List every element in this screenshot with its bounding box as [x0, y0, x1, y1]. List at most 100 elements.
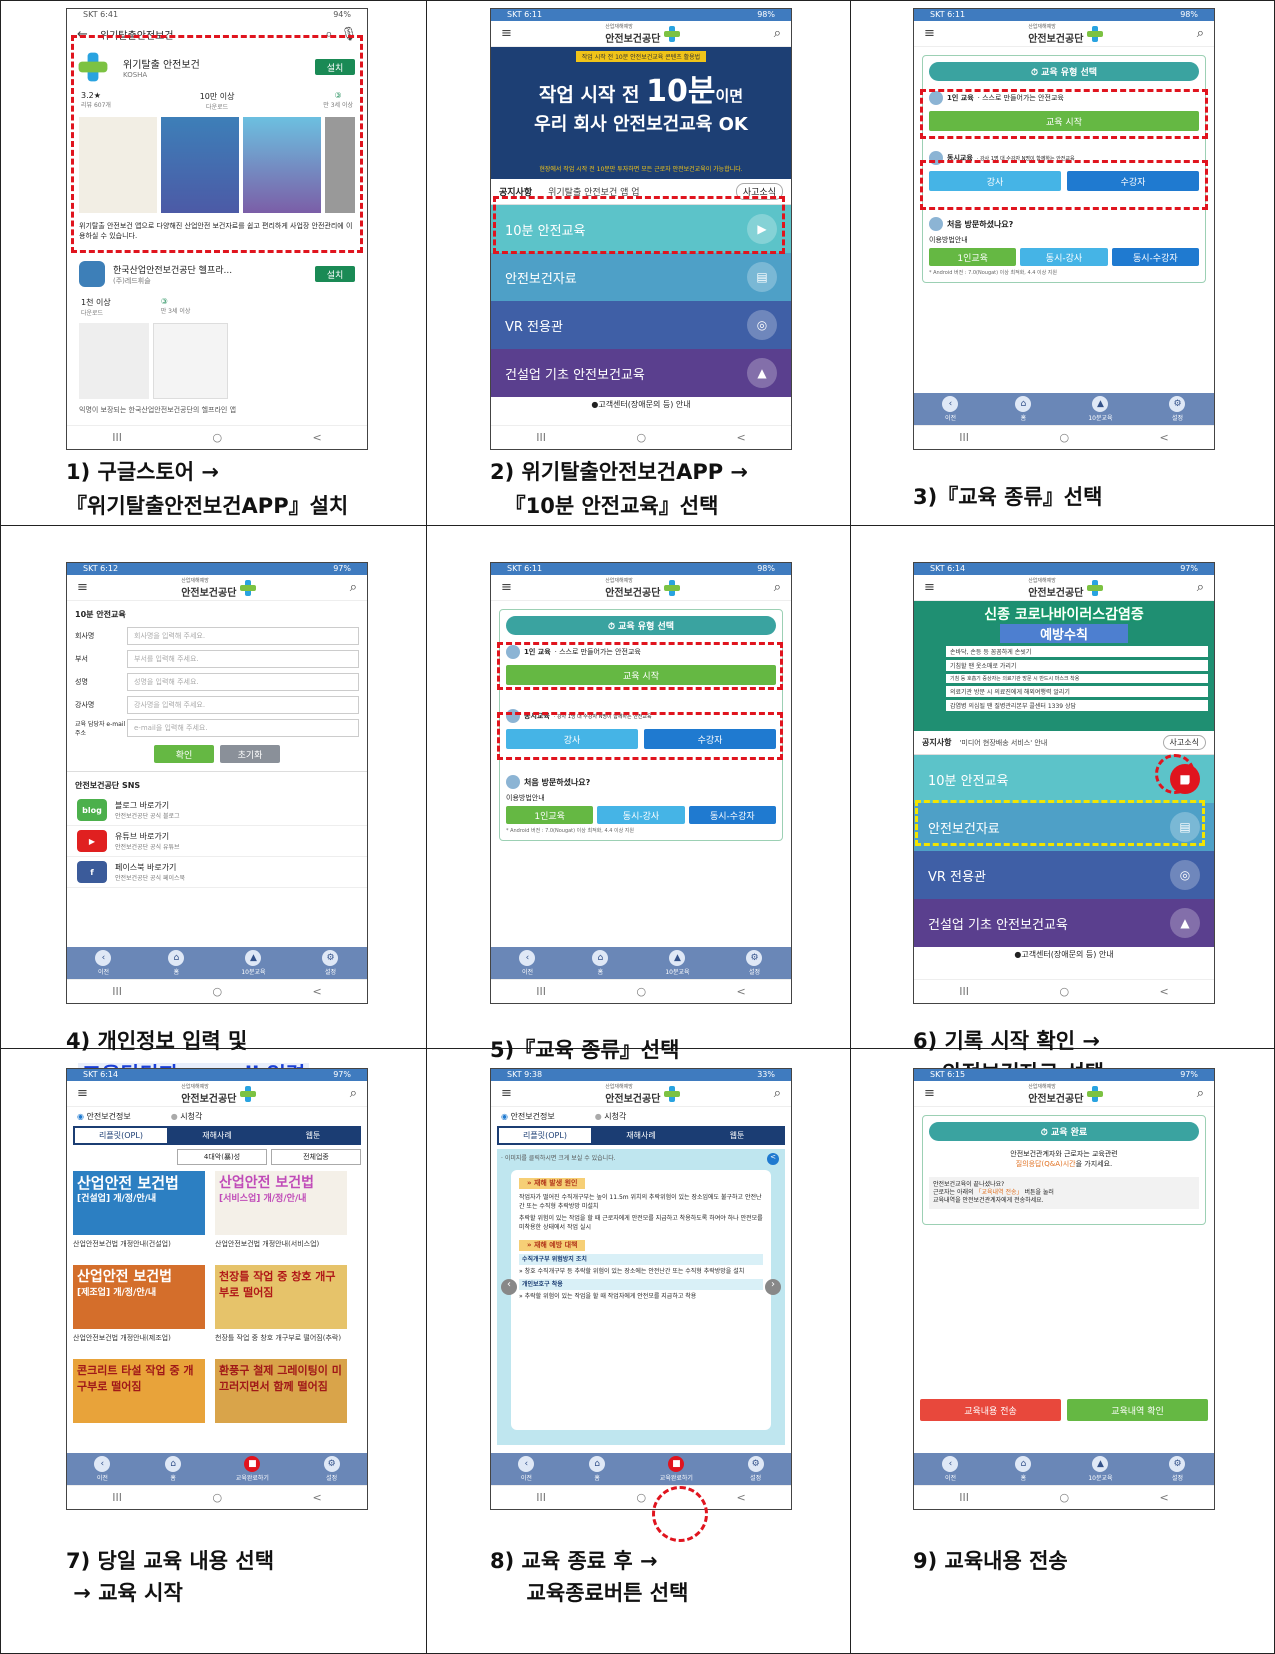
hamburger-menu-icon[interactable]: ≡ — [501, 580, 512, 595]
nav-end[interactable]: ■ 교육완료하기 — [236, 1456, 269, 1482]
nav-ten[interactable]: ▲ 10분교육 — [1088, 1456, 1113, 1482]
home-icon[interactable]: ○ — [636, 1491, 646, 1504]
promo-banner[interactable]: 작업 시작 전 10분 안전보건교육 콘텐츠 활용법 작업 시작 전 10분이면… — [491, 47, 791, 179]
recent-apps-icon[interactable]: III — [112, 985, 122, 998]
card-title[interactable]: 산업안전보건법 개정안내(건설업) — [73, 1239, 205, 1249]
guide-solo-button[interactable]: 1인교육 — [929, 248, 1017, 266]
menu-construction[interactable]: 건설업 기초 안전보건교육 ▲ — [914, 899, 1214, 947]
card-title[interactable]: 산업안전보건법 개정안내(서비스업) — [215, 1239, 347, 1249]
nav-home[interactable]: ⌂ 홈 — [1015, 1456, 1032, 1482]
recent-apps-icon[interactable]: III — [536, 985, 546, 998]
back-icon[interactable]: < — [1160, 431, 1169, 444]
nav-prev[interactable]: ‹ 이전 — [95, 950, 112, 976]
radio-av[interactable]: ● 시청각 — [595, 1111, 627, 1122]
screenshot-thumb[interactable] — [153, 323, 228, 399]
card-thumb[interactable]: 산업안전 보건법 [제조업] 개/정/안/내 — [73, 1265, 205, 1329]
facebook-link[interactable]: f 페이스북 바로가기 안전보건공단 공식 페이스북 — [67, 857, 367, 888]
home-icon[interactable]: ○ — [636, 431, 646, 444]
nav-settings[interactable]: ⚙ 설정 — [746, 950, 763, 976]
nav-ten[interactable]: ▲ 10분교육 — [241, 950, 266, 976]
name-input[interactable]: 성명을 입력해 주세요. — [127, 673, 359, 691]
hamburger-menu-icon[interactable]: ≡ — [924, 580, 935, 595]
hamburger-menu-icon[interactable]: ≡ — [77, 580, 88, 595]
recent-apps-icon[interactable]: III — [959, 985, 969, 998]
nav-home[interactable]: ⌂ 홈 — [168, 950, 185, 976]
youtube-link[interactable]: ▶ 유튜브 바로가기 안전보건공단 공식 유튜브 — [67, 826, 367, 857]
radio-info[interactable]: ◉ 안전보건정보 — [77, 1111, 131, 1122]
guide-solo-button[interactable]: 1인교육 — [506, 806, 594, 824]
nav-prev[interactable]: ‹ 이전 — [94, 1456, 111, 1482]
back-icon[interactable]: < — [737, 985, 746, 998]
home-icon[interactable]: ○ — [212, 985, 222, 998]
send-edu-button[interactable]: 교육내용 전송 — [920, 1399, 1061, 1421]
nav-settings[interactable]: ⚙ 설정 — [747, 1456, 764, 1482]
search-icon[interactable]: ⌕ — [350, 580, 357, 595]
nav-home[interactable]: ⌂ 홈 — [589, 1456, 606, 1482]
nav-home[interactable]: ⌂ 홈 — [592, 950, 609, 976]
hamburger-menu-icon[interactable]: ≡ — [501, 1086, 512, 1101]
covid-banner[interactable]: 신종 코로나바이러스감염증 예방수칙 손바닥, 손등 등 꼼꼼하게 손씻기 기침… — [914, 601, 1214, 731]
nav-settings[interactable]: ⚙ 설정 — [1169, 1456, 1186, 1482]
home-icon[interactable]: ○ — [212, 1491, 222, 1504]
search-icon[interactable]: ⌕ — [774, 26, 781, 41]
menu-construction[interactable]: 건설업 기초 안전보건교육 ▲ — [491, 349, 791, 397]
back-icon[interactable]: < — [1160, 985, 1169, 998]
nav-prev[interactable]: ‹ 이전 — [519, 950, 536, 976]
check-history-button[interactable]: 교육내역 확인 — [1067, 1399, 1208, 1421]
search-icon[interactable]: ⌕ — [1197, 580, 1204, 595]
nav-prev[interactable]: ‹ 이전 — [518, 1456, 535, 1482]
back-icon[interactable]: < — [1160, 1491, 1169, 1504]
hamburger-menu-icon[interactable]: ≡ — [924, 26, 935, 41]
nav-ten[interactable]: ▲ 10분교육 — [665, 950, 690, 976]
card-thumb[interactable]: 천장틀 작업 중 창호 개구부로 떨어짐 — [215, 1265, 347, 1329]
home-icon[interactable]: ○ — [636, 985, 646, 998]
recent-apps-icon[interactable]: III — [959, 1491, 969, 1504]
back-icon[interactable]: < — [313, 431, 322, 444]
accident-news-link[interactable]: 사고소식 — [1162, 735, 1206, 750]
card-title[interactable]: 산업안전보건법 개정안내(제조업) — [73, 1333, 205, 1343]
install2-button[interactable]: 설치 — [315, 266, 355, 282]
dept-input[interactable]: 부서를 입력해 주세요. — [127, 650, 359, 668]
prev-slide-icon[interactable]: ‹ — [501, 1279, 517, 1295]
nav-settings[interactable]: ⚙ 설정 — [322, 950, 339, 976]
recent-apps-icon[interactable]: III — [959, 431, 969, 444]
card-thumb[interactable]: 콘크리트 타설 작업 중 개구부로 떨어짐 — [73, 1359, 205, 1423]
tab-webtoon[interactable]: 웹툰 — [265, 1126, 361, 1145]
guide-teacher-button[interactable]: 동시-강사 — [1020, 248, 1108, 266]
nav-prev[interactable]: ‹ 이전 — [942, 396, 959, 422]
back-icon[interactable]: < — [737, 1491, 746, 1504]
nav-settings[interactable]: ⚙ 설정 — [323, 1456, 340, 1482]
recent-apps-icon[interactable]: III — [112, 431, 122, 444]
customer-center-link[interactable]: ●고객센터(장애문의 등) 안내 — [491, 397, 791, 412]
blog-link[interactable]: blog 블로그 바로가기 안전보건공단 공식 블로그 — [67, 795, 367, 826]
hamburger-menu-icon[interactable]: ≡ — [77, 1086, 88, 1101]
menu-vr[interactable]: VR 전용관 ◎ — [914, 851, 1214, 899]
lecturer-input[interactable]: 강사명을 입력해 주세요. — [127, 696, 359, 714]
confirm-button[interactable]: 확인 — [154, 745, 214, 763]
search-icon[interactable]: ⌕ — [1197, 26, 1204, 41]
email-input[interactable]: e-mail을 입력해 주세요. — [127, 719, 359, 737]
notice-text[interactable]: '미디어 현장배송 서비스' 안내 — [959, 738, 1162, 748]
search-icon[interactable]: ⌕ — [774, 1086, 781, 1101]
guide-student-button[interactable]: 동시-수강자 — [688, 806, 776, 824]
recent-apps-icon[interactable]: III — [112, 1491, 122, 1504]
menu-vr[interactable]: VR 전용관 ◎ — [491, 301, 791, 349]
home-icon[interactable]: ○ — [1059, 1491, 1069, 1504]
card-thumb[interactable]: 산업안전 보건법 [건설업] 개/정/안/내 — [73, 1171, 205, 1235]
card-thumb[interactable]: 산업안전 보건법 [서비스업] 개/정/안/내 — [215, 1171, 347, 1235]
hamburger-menu-icon[interactable]: ≡ — [924, 1086, 935, 1101]
recent-apps-icon[interactable]: III — [536, 1491, 546, 1504]
nav-ten[interactable]: ▲ 10분교육 — [1088, 396, 1113, 422]
home-icon[interactable]: ○ — [1059, 985, 1069, 998]
tab-opl[interactable]: 리플릿(OPL) — [499, 1128, 591, 1143]
filter-select-2[interactable]: 전체업종 — [271, 1149, 361, 1165]
search-icon[interactable]: ⌕ — [350, 1086, 357, 1101]
nav-prev[interactable]: ‹ 이전 — [942, 1456, 959, 1482]
tab-cases[interactable]: 재해사례 — [593, 1126, 689, 1145]
company-input[interactable]: 회사명을 입력해 주세요. — [127, 627, 359, 645]
tab-cases[interactable]: 재해사례 — [169, 1126, 265, 1145]
radio-av[interactable]: ● 시청각 — [171, 1111, 203, 1122]
guide-teacher-button[interactable]: 동시-강사 — [597, 806, 685, 824]
hamburger-menu-icon[interactable]: ≡ — [501, 26, 512, 41]
back-icon[interactable]: < — [313, 985, 322, 998]
